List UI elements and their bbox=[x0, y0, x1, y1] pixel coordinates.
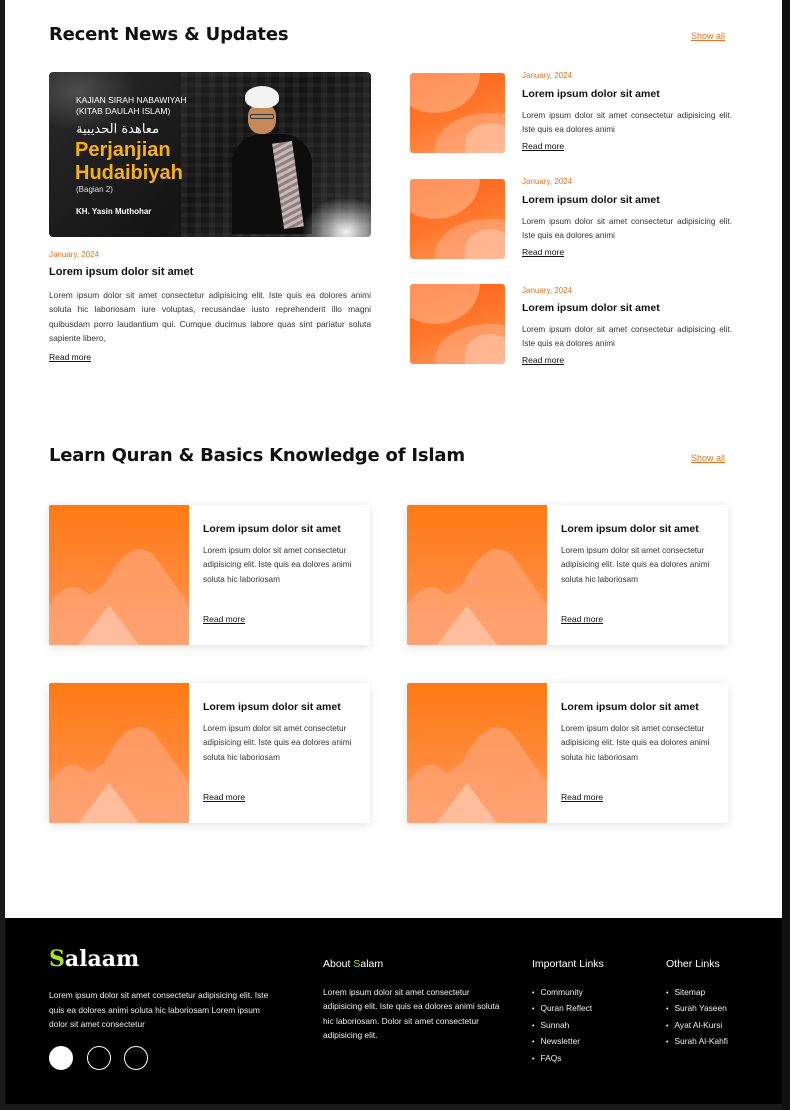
news-item-image[interactable] bbox=[410, 284, 505, 364]
news-item-title[interactable]: Lorem ipsum dolor sit amet bbox=[522, 88, 660, 100]
banner-arabic-title: معاهدة الحديبية bbox=[76, 122, 160, 137]
news-item-title[interactable]: Lorem ipsum dolor sit amet bbox=[522, 194, 660, 206]
news-item-desc: Lorem ipsum dolor sit amet consectetur a… bbox=[522, 111, 732, 135]
about-heading: About Salam bbox=[323, 958, 383, 970]
about-heading-rest: alam bbox=[360, 958, 384, 970]
logo-first-letter: S bbox=[49, 946, 65, 972]
featured-news-desc: Lorem ipsum dolor sit amet consectetur a… bbox=[49, 290, 371, 343]
learn-card-image bbox=[407, 505, 547, 645]
thumb-wave-1 bbox=[410, 179, 480, 219]
learn-card-title: Lorem ipsum dolor sit amet bbox=[203, 523, 341, 535]
portrait-turban bbox=[245, 86, 279, 108]
portrait-glasses bbox=[250, 114, 274, 119]
mountain-icon bbox=[407, 549, 547, 645]
social-icon-outline[interactable] bbox=[87, 1046, 111, 1070]
learn-card-desc: Lorem ipsum dolor sit amet consectetur a… bbox=[561, 546, 710, 584]
news-item-image[interactable] bbox=[410, 73, 505, 153]
social-icon-filled[interactable] bbox=[49, 1046, 73, 1070]
banner-bagian: (Bagian 2) bbox=[76, 185, 113, 194]
featured-news-date: January, 2024 bbox=[49, 250, 100, 259]
thumb-wave-1 bbox=[410, 73, 480, 113]
other-links-heading: Other Links bbox=[666, 958, 720, 970]
footer-link-sunnah[interactable]: Sunnah bbox=[532, 1018, 592, 1034]
window-edge bbox=[782, 0, 790, 1110]
footer-link-community[interactable]: Community bbox=[532, 985, 592, 1001]
footer-link-sitemap[interactable]: Sitemap bbox=[666, 985, 728, 1001]
learn-card-read-more-link[interactable]: Read more bbox=[203, 614, 245, 624]
featured-news-image[interactable]: KAJIAN SIRAH NABAWIYAH (KITAB DAULAH ISL… bbox=[49, 72, 371, 237]
mountain-icon bbox=[49, 727, 189, 823]
news-item-desc: Lorem ipsum dolor sit amet consectetur a… bbox=[522, 217, 732, 241]
news-show-all-link[interactable]: Show all bbox=[691, 31, 725, 41]
learn-card-read-more-link[interactable]: Read more bbox=[561, 792, 603, 802]
news-item-read-more-link[interactable]: Read more bbox=[522, 141, 564, 151]
banner-author: KH. Yasin Muthohar bbox=[76, 207, 152, 216]
learn-card-title: Lorem ipsum dolor sit amet bbox=[561, 701, 699, 713]
banner-glow-bottom bbox=[301, 197, 371, 237]
mountain-icon bbox=[407, 727, 547, 823]
learn-card-image bbox=[407, 683, 547, 823]
learn-card-desc: Lorem ipsum dolor sit amet consectetur a… bbox=[203, 724, 352, 762]
learn-section-title: Learn Quran & Basics Knowledge of Islam bbox=[49, 445, 465, 466]
banner-title-line2: Hudaibiyah bbox=[75, 162, 183, 184]
logo-rest: alaam bbox=[64, 946, 140, 972]
portrait-face bbox=[248, 104, 276, 134]
other-links-list: Sitemap Surah Yaseen Ayat Al-Kursi Surah… bbox=[666, 985, 728, 1051]
banner-kajian-line: KAJIAN SIRAH NABAWIYAH bbox=[76, 95, 187, 105]
mountain-icon bbox=[49, 549, 189, 645]
footer-link-surah-yaseen[interactable]: Surah Yaseen bbox=[666, 1001, 728, 1017]
footer: Salaam Lorem ipsum dolor sit amet consec… bbox=[5, 918, 782, 1104]
important-links-list: Community Quran Reflect Sunnah Newslette… bbox=[532, 985, 592, 1067]
salaam-logo[interactable]: Salaam bbox=[49, 946, 139, 972]
learn-card-read-more-link[interactable]: Read more bbox=[203, 792, 245, 802]
learn-card[interactable]: Lorem ipsum dolor sit amet Lorem ipsum d… bbox=[49, 683, 370, 823]
footer-description: Lorem ipsum dolor sit amet consectetur a… bbox=[49, 990, 269, 1029]
learn-card-read-more-link[interactable]: Read more bbox=[561, 614, 603, 624]
learn-show-all-link[interactable]: Show all bbox=[691, 453, 725, 463]
news-item-read-more-link[interactable]: Read more bbox=[522, 247, 564, 257]
important-links-heading: Important Links bbox=[532, 958, 604, 970]
footer-link-newsletter[interactable]: Newsletter bbox=[532, 1034, 592, 1050]
footer-link-surah-al-kahfi[interactable]: Surah Al-Kahfi bbox=[666, 1034, 728, 1050]
featured-read-more-link[interactable]: Read more bbox=[49, 352, 91, 362]
about-heading-prefix: About bbox=[323, 958, 354, 970]
news-item-date: January, 2024 bbox=[522, 71, 573, 80]
learn-card-desc: Lorem ipsum dolor sit amet consectetur a… bbox=[561, 724, 710, 762]
thumb-wave-1 bbox=[410, 284, 480, 324]
banner-kitab-line: (KITAB DAULAH ISLAM) bbox=[76, 106, 171, 116]
footer-link-faqs[interactable]: FAQs bbox=[532, 1051, 592, 1067]
banner-kajian-text: KAJIAN SIRAH NABAWIYAH (KITAB DAULAH ISL… bbox=[76, 95, 187, 117]
learn-card-image bbox=[49, 505, 189, 645]
footer-link-ayat-al-kursi[interactable]: Ayat Al-Kursi bbox=[666, 1018, 728, 1034]
learn-card-image bbox=[49, 683, 189, 823]
learn-card-desc: Lorem ipsum dolor sit amet consectetur a… bbox=[203, 546, 352, 584]
news-item-title[interactable]: Lorem ipsum dolor sit amet bbox=[522, 302, 660, 314]
social-icon-outline[interactable] bbox=[124, 1046, 148, 1070]
news-section-title: Recent News & Updates bbox=[49, 24, 289, 45]
news-item-date: January, 2024 bbox=[522, 286, 573, 295]
banner-main-title: Perjanjian Hudaibiyah bbox=[75, 139, 183, 185]
about-text: Lorem ipsum dolor sit amet consectetur a… bbox=[323, 987, 500, 1041]
learn-card[interactable]: Lorem ipsum dolor sit amet Lorem ipsum d… bbox=[407, 505, 728, 645]
banner-title-line1: Perjanjian bbox=[75, 139, 171, 161]
learn-card-title: Lorem ipsum dolor sit amet bbox=[203, 701, 341, 713]
main-content: Recent News & Updates Show all KAJIAN SI… bbox=[5, 0, 782, 918]
learn-card-title: Lorem ipsum dolor sit amet bbox=[561, 523, 699, 535]
learn-card[interactable]: Lorem ipsum dolor sit amet Lorem ipsum d… bbox=[407, 683, 728, 823]
news-item-desc: Lorem ipsum dolor sit amet consectetur a… bbox=[522, 325, 732, 349]
news-item-date: January, 2024 bbox=[522, 177, 573, 186]
learn-card[interactable]: Lorem ipsum dolor sit amet Lorem ipsum d… bbox=[49, 505, 370, 645]
news-item-read-more-link[interactable]: Read more bbox=[522, 355, 564, 365]
footer-link-quran-reflect[interactable]: Quran Reflect bbox=[532, 1001, 592, 1017]
featured-news-title[interactable]: Lorem ipsum dolor sit amet bbox=[49, 266, 193, 278]
news-item-image[interactable] bbox=[410, 179, 505, 259]
